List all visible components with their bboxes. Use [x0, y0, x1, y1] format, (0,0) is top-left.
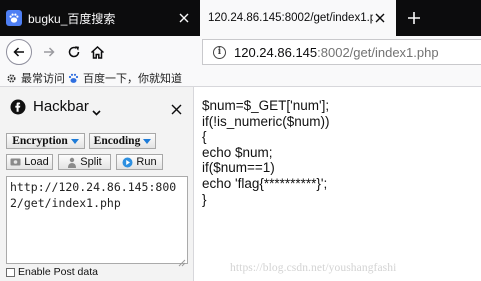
tab-close-icon[interactable] — [177, 11, 191, 25]
baidu-favicon-icon — [6, 10, 22, 26]
enable-post-data-option[interactable]: Enable Post data — [6, 266, 98, 278]
back-arrow-icon — [13, 47, 24, 57]
split-url-button[interactable]: Split — [58, 154, 111, 170]
url-textarea[interactable]: http://120.24.86.145:8002/get/index1.php — [6, 176, 188, 264]
dropdown-arrow-icon — [143, 138, 152, 144]
resize-grip-icon[interactable] — [178, 254, 186, 272]
tab-close-icon[interactable] — [373, 11, 387, 25]
csdn-watermark: https://blog.csdn.net/youshangfashi — [230, 262, 397, 274]
chevron-down-icon[interactable] — [92, 103, 101, 121]
tab-strip: bugku_百度搜索 120.24.86.145:8002/get/index1… — [0, 0, 481, 36]
encoding-dropdown[interactable]: Encoding — [89, 133, 156, 149]
home-icon[interactable] — [88, 43, 106, 61]
bookmark-baidu[interactable]: 百度一下，你就知道 — [68, 70, 182, 86]
run-button[interactable]: Run — [116, 154, 163, 170]
encryption-dropdown[interactable]: Encryption — [6, 133, 85, 149]
hackbar-logo-icon — [10, 99, 26, 115]
run-label: Run — [136, 156, 157, 168]
site-info-icon[interactable]: i — [213, 45, 226, 59]
bookmarks-toolbar: 最常访问 百度一下，你就知道 — [0, 68, 481, 87]
navigation-toolbar: i 120.24.86.145:8002/get/index1.php — [0, 36, 481, 68]
hackbar-header[interactable]: Hackbar — [0, 87, 194, 127]
encryption-label: Encryption — [12, 135, 68, 147]
bookmark-label: 百度一下，你就知道 — [83, 73, 182, 85]
gear-icon — [6, 73, 17, 84]
load-icon — [10, 157, 21, 167]
new-tab-plus-icon[interactable] — [396, 0, 432, 36]
bookmark-most-visited[interactable]: 最常访问 — [6, 70, 65, 86]
page-content: $num=$_GET['num']; if(!is_numeric($num))… — [194, 87, 481, 281]
hackbar-title: Hackbar — [33, 98, 89, 115]
url-text: 120.24.86.145:8002/get/index1.php — [234, 44, 439, 60]
load-label: Load — [24, 156, 49, 168]
dropdown-arrow-icon — [70, 138, 79, 144]
address-bar[interactable]: i 120.24.86.145:8002/get/index1.php — [202, 39, 481, 65]
encoding-label: Encoding — [93, 135, 141, 147]
enable-post-label: Enable Post data — [18, 266, 98, 278]
enable-post-checkbox[interactable] — [6, 267, 15, 277]
php-source-code: $num=$_GET['num']; if(!is_numeric($num))… — [202, 98, 330, 207]
hackbar-sidebar: Hackbar Encryption Encoding Load Split R… — [0, 87, 194, 281]
tab-bugku-search[interactable]: bugku_百度搜索 — [0, 0, 200, 36]
baidu-paw-icon — [68, 73, 79, 84]
close-sidebar-icon[interactable] — [171, 102, 183, 115]
tab-index1-php[interactable]: 120.24.86.145:8002/get/index1.p — [200, 0, 396, 36]
split-icon — [67, 157, 77, 168]
tab-title: bugku_百度搜索 — [28, 11, 116, 26]
tab-title: 120.24.86.145:8002/get/index1.p — [208, 12, 373, 24]
bookmark-label: 最常访问 — [21, 73, 65, 85]
load-url-button[interactable]: Load — [6, 154, 53, 170]
split-label: Split — [80, 156, 102, 168]
back-button[interactable] — [6, 39, 32, 65]
play-icon — [122, 157, 133, 168]
reload-icon[interactable] — [65, 43, 83, 61]
forward-arrow-icon[interactable] — [40, 43, 58, 61]
